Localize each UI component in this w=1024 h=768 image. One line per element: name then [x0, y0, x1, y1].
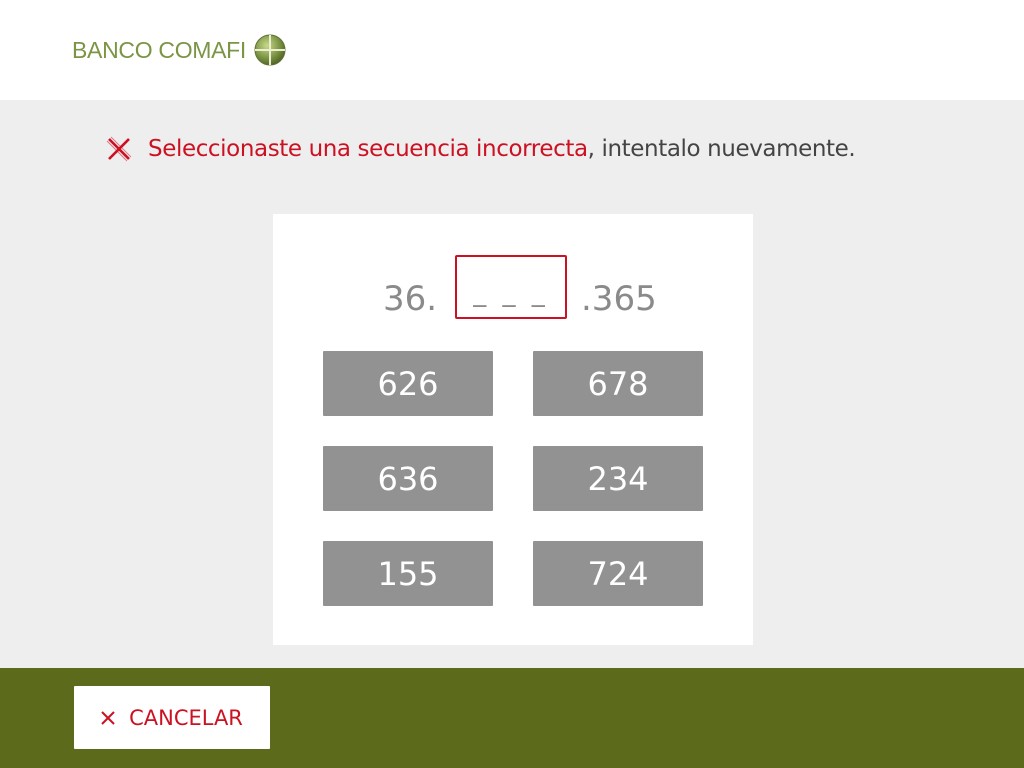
- option-button[interactable]: 626: [323, 351, 493, 416]
- sequence-prefix: 36.: [383, 279, 438, 319]
- header: BANCO COMAFI: [0, 0, 1024, 100]
- retry-text: , intentalo nuevamente.: [587, 136, 856, 162]
- cancel-label: CANCELAR: [129, 705, 243, 730]
- option-button[interactable]: 234: [533, 446, 703, 511]
- error-x-icon: [106, 136, 132, 162]
- error-message: Seleccionaste una secuencia incorrecta, …: [104, 132, 856, 166]
- sequence-input-field[interactable]: _ _ _: [455, 255, 567, 319]
- sequence-suffix: .365: [581, 279, 657, 319]
- cancel-button[interactable]: CANCELAR: [74, 686, 270, 749]
- globe-logo-icon: [254, 34, 286, 66]
- close-icon: [101, 710, 115, 725]
- error-text: Seleccionaste una secuencia incorrecta: [148, 136, 588, 162]
- bank-logo: BANCO COMAFI: [72, 34, 286, 66]
- brand-name: BANCO COMAFI: [72, 36, 247, 63]
- option-button[interactable]: 724: [533, 541, 703, 606]
- option-button[interactable]: 155: [323, 541, 493, 606]
- sequence-card: 36. _ _ _ .365 626 678 636 234 155 724: [273, 214, 753, 645]
- footer-bar: CANCELAR: [0, 668, 1024, 768]
- option-button[interactable]: 636: [323, 446, 493, 511]
- option-button[interactable]: 678: [533, 351, 703, 416]
